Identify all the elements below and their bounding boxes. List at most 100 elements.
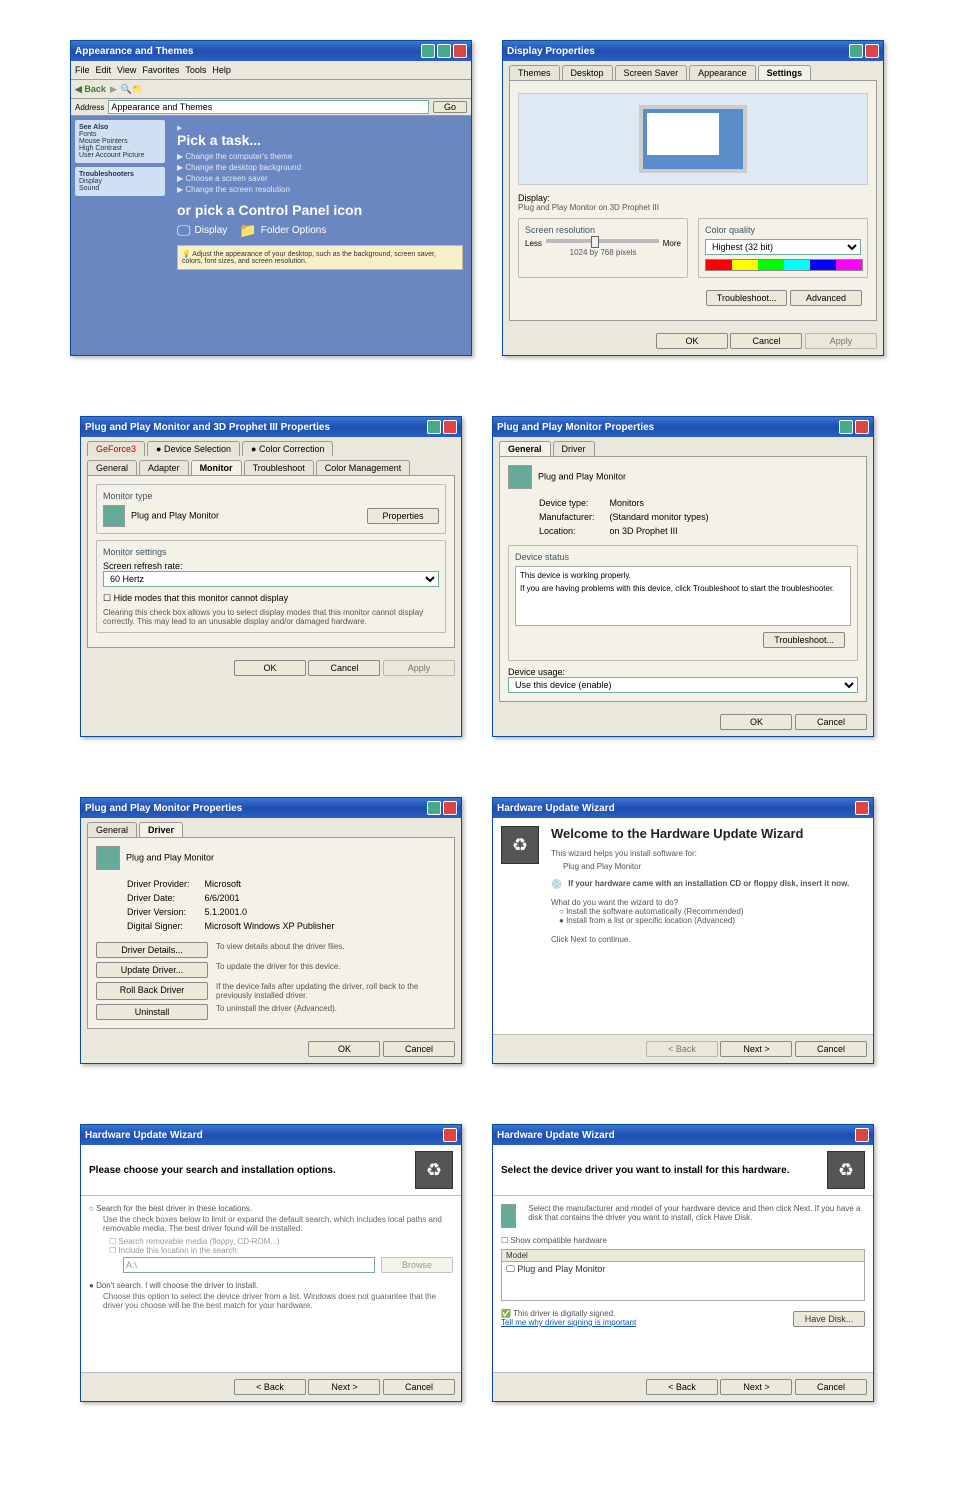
cancel-button[interactable]: Cancel (795, 1379, 867, 1395)
search-icon[interactable]: 🔍 (121, 84, 132, 95)
menu-item[interactable]: Favorites (142, 65, 179, 75)
help-icon[interactable] (849, 44, 863, 58)
forward-button[interactable]: ▶ (110, 84, 117, 95)
chk-removable[interactable]: Search removable media (floppy, CD-ROM..… (109, 1237, 453, 1246)
menu-item[interactable]: Tools (185, 65, 206, 75)
cancel-button[interactable]: Cancel (795, 714, 867, 730)
tab-driver[interactable]: Driver (139, 822, 183, 837)
menu-item[interactable]: View (117, 65, 136, 75)
color-select[interactable]: Highest (32 bit) (705, 239, 861, 255)
apply-button[interactable]: Apply (805, 333, 877, 349)
driver-details-button[interactable]: Driver Details... (96, 942, 208, 958)
properties-button[interactable]: Properties (367, 508, 439, 524)
tab-color-correction[interactable]: ● Color Correction (242, 441, 333, 456)
folders-icon[interactable]: 📁 (132, 84, 143, 95)
cancel-button[interactable]: Cancel (308, 660, 380, 676)
advanced-button[interactable]: Advanced (790, 290, 862, 306)
tab-device-selection[interactable]: ● Device Selection (147, 441, 240, 456)
refresh-select[interactable]: 60 Hertz (103, 571, 439, 587)
close-icon[interactable] (443, 801, 457, 815)
task-link[interactable]: ▶ Change the screen resolution (177, 185, 463, 194)
go-button[interactable]: Go (433, 101, 467, 113)
tab-general[interactable]: General (87, 460, 137, 475)
close-icon[interactable] (443, 1128, 457, 1142)
back-button[interactable]: < Back (234, 1379, 306, 1395)
hide-modes-check[interactable]: Hide modes that this monitor cannot disp… (103, 593, 439, 604)
cancel-button[interactable]: Cancel (730, 333, 802, 349)
minimize-icon[interactable] (421, 44, 435, 58)
sidebar-item[interactable]: Fonts (79, 131, 161, 138)
troubleshoot-button[interactable]: Troubleshoot... (763, 632, 845, 648)
opt-advanced[interactable]: Install from a list or specific location… (559, 916, 865, 925)
resolution-slider[interactable] (546, 239, 659, 243)
tab-geforce[interactable]: GeForce3 (87, 441, 145, 456)
uninstall-button[interactable]: Uninstall (96, 1004, 208, 1020)
update-driver-button[interactable]: Update Driver... (96, 962, 208, 978)
rollback-driver-button[interactable]: Roll Back Driver (96, 982, 208, 1000)
next-button[interactable]: Next > (720, 1041, 792, 1057)
tab-themes[interactable]: Themes (509, 65, 560, 80)
cancel-button[interactable]: Cancel (383, 1041, 455, 1057)
cancel-button[interactable]: Cancel (795, 1041, 867, 1057)
back-button[interactable]: < Back (646, 1379, 718, 1395)
menu-item[interactable]: Help (212, 65, 231, 75)
opt-auto[interactable]: Install the software automatically (Reco… (559, 907, 865, 916)
tab-appearance[interactable]: Appearance (689, 65, 756, 80)
back-button[interactable]: ◀ Back (75, 84, 106, 95)
chk-location[interactable]: Include this location in the search: (109, 1246, 453, 1255)
menu-item[interactable]: Edit (96, 65, 112, 75)
tab-settings[interactable]: Settings (758, 65, 812, 80)
tab-color-mgmt[interactable]: Color Management (316, 460, 411, 475)
tab-driver[interactable]: Driver (553, 441, 595, 456)
close-icon[interactable] (865, 44, 879, 58)
troubleshoot-button[interactable]: Troubleshoot... (706, 290, 788, 306)
driver-list-item[interactable]: 🖵 Plug and Play Monitor (502, 1262, 864, 1277)
task-link[interactable]: ▶ Change the desktop background (177, 163, 463, 172)
tab-general[interactable]: General (87, 822, 137, 837)
close-icon[interactable] (855, 1128, 869, 1142)
signing-link[interactable]: Tell me why driver signing is important (501, 1318, 636, 1327)
sidebar-item[interactable]: Sound (79, 185, 161, 192)
usage-select[interactable]: Use this device (enable) (508, 677, 858, 693)
help-icon[interactable] (427, 420, 441, 434)
close-icon[interactable] (855, 420, 869, 434)
ok-button[interactable]: OK (234, 660, 306, 676)
cp-icon-folder[interactable]: 📁Folder Options (239, 222, 326, 239)
ok-button[interactable]: OK (720, 714, 792, 730)
sidebar-item[interactable]: User Account Picture (79, 152, 161, 159)
show-compatible-check[interactable]: Show compatible hardware (501, 1236, 865, 1245)
task-link[interactable]: ▶ Choose a screen saver (177, 174, 463, 183)
ok-button[interactable]: OK (308, 1041, 380, 1057)
browse-button[interactable]: Browse (381, 1257, 453, 1273)
cancel-button[interactable]: Cancel (383, 1379, 455, 1395)
task-link[interactable]: ▶ Change the computer's theme (177, 152, 463, 161)
tab-general[interactable]: General (499, 441, 551, 456)
back-button[interactable]: < Back (646, 1041, 718, 1057)
sidebar-item[interactable]: Mouse Pointers (79, 138, 161, 145)
maximize-icon[interactable] (437, 44, 451, 58)
next-button[interactable]: Next > (308, 1379, 380, 1395)
ok-button[interactable]: OK (656, 333, 728, 349)
menu-item[interactable]: File (75, 65, 90, 75)
sidebar-item[interactable]: Display (79, 178, 161, 185)
help-icon[interactable] (839, 420, 853, 434)
tab-adapter[interactable]: Adapter (139, 460, 189, 475)
manuf-value: (Standard monitor types) (598, 511, 710, 523)
help-icon[interactable] (427, 801, 441, 815)
close-icon[interactable] (855, 801, 869, 815)
close-icon[interactable] (443, 420, 457, 434)
opt-dont-search[interactable]: Don't search. I will choose the driver t… (89, 1281, 453, 1290)
tab-troubleshoot[interactable]: Troubleshoot (244, 460, 314, 475)
tab-desktop[interactable]: Desktop (562, 65, 613, 80)
next-button[interactable]: Next > (720, 1379, 792, 1395)
have-disk-button[interactable]: Have Disk... (793, 1311, 865, 1327)
opt-search[interactable]: Search for the best driver in these loca… (89, 1204, 453, 1213)
apply-button[interactable]: Apply (383, 660, 455, 676)
tab-screensaver[interactable]: Screen Saver (615, 65, 688, 80)
close-icon[interactable] (453, 44, 467, 58)
address-input[interactable] (108, 100, 429, 114)
tab-monitor[interactable]: Monitor (191, 460, 242, 475)
cp-icon-display[interactable]: 🖵Display (177, 222, 227, 239)
sidebar-item[interactable]: High Contrast (79, 145, 161, 152)
path-input[interactable] (123, 1257, 375, 1273)
